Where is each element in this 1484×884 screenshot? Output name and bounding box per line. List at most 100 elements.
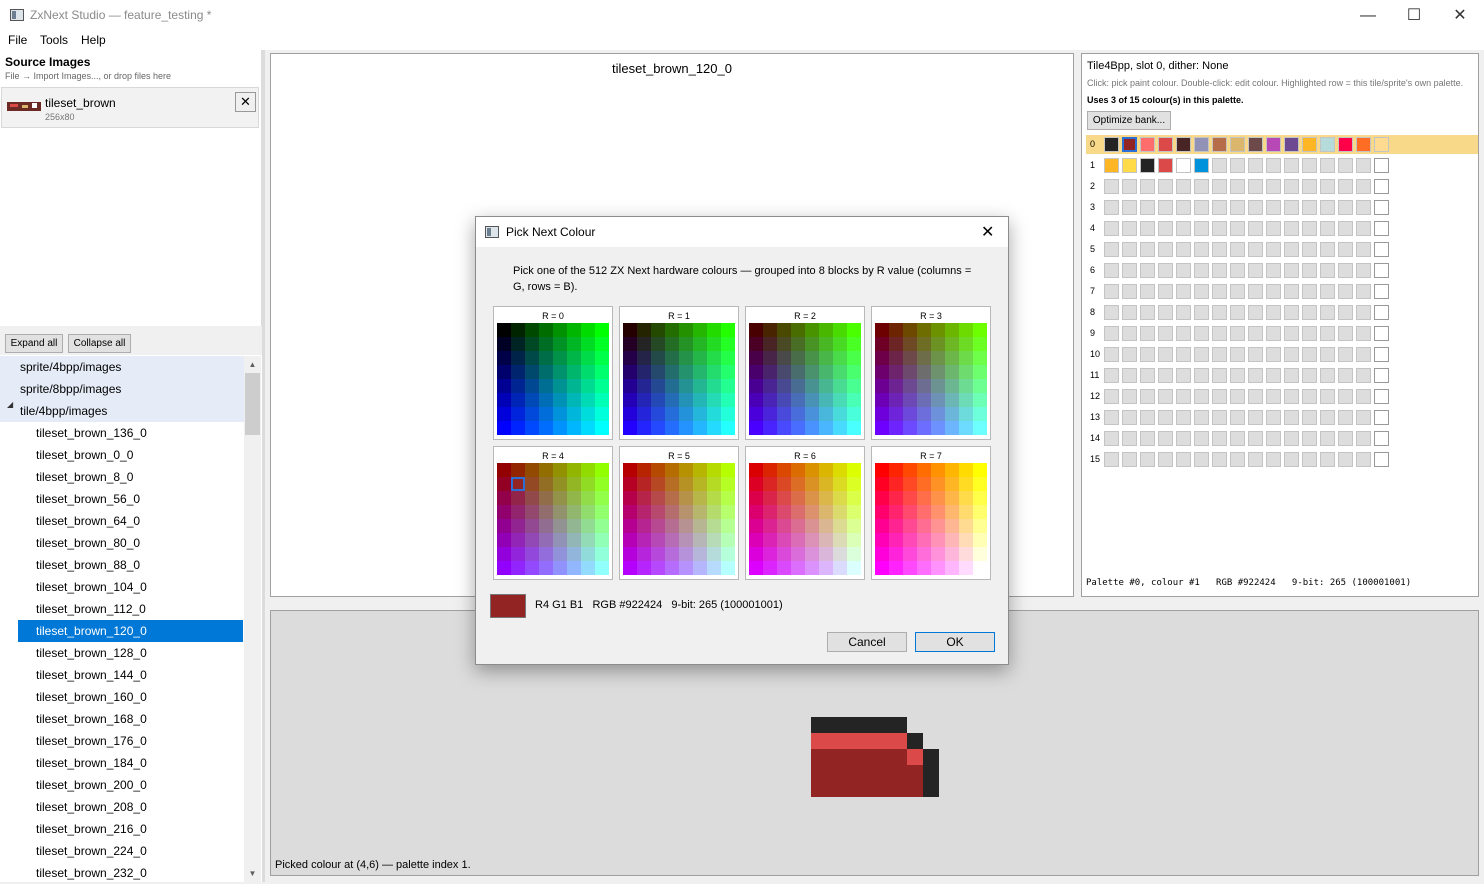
colour-cell[interactable] [679,533,693,547]
colour-cell[interactable] [623,421,637,435]
colour-cell[interactable] [497,505,511,519]
palette-swatch[interactable] [1230,431,1245,446]
colour-cell[interactable] [749,337,763,351]
colour-cell[interactable] [707,407,721,421]
colour-cell[interactable] [497,379,511,393]
colour-cell[interactable] [805,407,819,421]
colour-cell[interactable] [917,323,931,337]
colour-cell[interactable] [707,323,721,337]
palette-swatch[interactable] [1302,284,1317,299]
colour-cell[interactable] [945,323,959,337]
colour-cell[interactable] [553,477,567,491]
colour-cell[interactable] [875,477,889,491]
colour-cell[interactable] [721,393,735,407]
colour-cell[interactable] [679,477,693,491]
palette-swatch[interactable] [1266,137,1281,152]
palette-swatch[interactable] [1248,284,1263,299]
palette-swatch[interactable] [1230,221,1245,236]
palette-swatch[interactable] [1212,263,1227,278]
palette-swatch[interactable] [1194,410,1209,425]
palette-swatch[interactable] [1356,242,1371,257]
palette-swatch[interactable] [1248,158,1263,173]
palette-swatch[interactable] [1104,263,1119,278]
tree-item[interactable]: tileset_brown_176_0 [18,730,243,752]
colour-cell[interactable] [959,393,973,407]
tree-item[interactable]: tileset_brown_200_0 [18,774,243,796]
colour-cell[interactable] [875,407,889,421]
colour-cell[interactable] [777,323,791,337]
colour-cell[interactable] [553,519,567,533]
palette-swatch[interactable] [1338,242,1353,257]
colour-cell[interactable] [581,561,595,575]
colour-cell[interactable] [903,491,917,505]
colour-cell[interactable] [511,561,525,575]
colour-cell[interactable] [973,519,987,533]
palette-swatch[interactable] [1248,137,1263,152]
colour-cell[interactable] [623,337,637,351]
colour-cell[interactable] [553,533,567,547]
colour-cell[interactable] [539,561,553,575]
collapse-all-button[interactable]: Collapse all [68,334,131,353]
colour-cell[interactable] [679,323,693,337]
colour-cell[interactable] [847,547,861,561]
colour-cell[interactable] [539,351,553,365]
palette-swatch[interactable] [1212,179,1227,194]
palette-swatch[interactable] [1302,389,1317,404]
colour-cell[interactable] [497,365,511,379]
colour-cell[interactable] [847,505,861,519]
palette-swatch[interactable] [1266,431,1281,446]
colour-cell[interactable] [553,365,567,379]
colour-cell[interactable] [623,477,637,491]
colour-cell[interactable] [567,533,581,547]
palette-swatch[interactable] [1122,200,1137,215]
colour-cell[interactable] [903,323,917,337]
palette-swatch[interactable] [1140,221,1155,236]
palette-swatch[interactable] [1176,221,1191,236]
palette-swatch[interactable] [1122,242,1137,257]
palette-swatch[interactable] [1266,326,1281,341]
colour-cell[interactable] [581,477,595,491]
colour-cell[interactable] [931,407,945,421]
palette-swatch[interactable] [1284,431,1299,446]
colour-cell[interactable] [875,351,889,365]
colour-cell[interactable] [553,337,567,351]
palette-swatch[interactable] [1284,158,1299,173]
colour-cell[interactable] [567,561,581,575]
colour-cell[interactable] [805,491,819,505]
colour-cell[interactable] [931,393,945,407]
palette-swatch[interactable] [1230,137,1245,152]
colour-cell[interactable] [973,463,987,477]
colour-cell[interactable] [595,533,609,547]
colour-cell[interactable] [497,393,511,407]
tree-item[interactable]: tileset_brown_56_0 [18,488,243,510]
palette-swatch[interactable] [1104,284,1119,299]
colour-cell[interactable] [567,477,581,491]
colour-cell[interactable] [707,533,721,547]
colour-cell[interactable] [707,519,721,533]
palette-swatch[interactable] [1104,347,1119,362]
palette-swatch[interactable] [1158,263,1173,278]
colour-cell[interactable] [777,407,791,421]
colour-cell[interactable] [553,491,567,505]
colour-cell[interactable] [693,379,707,393]
colour-cell[interactable] [595,421,609,435]
colour-cell[interactable] [847,421,861,435]
colour-cell[interactable] [567,463,581,477]
colour-cell[interactable] [819,505,833,519]
menu-tools[interactable]: Tools [40,33,68,47]
colour-cell[interactable] [595,519,609,533]
colour-cell[interactable] [693,491,707,505]
palette-swatch[interactable] [1158,410,1173,425]
colour-cell[interactable] [693,351,707,365]
palette-swatch[interactable] [1140,242,1155,257]
close-button[interactable]: ✕ [1437,0,1483,31]
colour-cell[interactable] [581,323,595,337]
palette-swatch[interactable] [1140,284,1155,299]
colour-cell[interactable] [665,491,679,505]
palette-swatch[interactable] [1212,137,1227,152]
colour-cell[interactable] [721,519,735,533]
colour-cell[interactable] [525,351,539,365]
colour-cell[interactable] [581,351,595,365]
palette-swatch[interactable] [1194,389,1209,404]
palette-swatch[interactable] [1266,389,1281,404]
